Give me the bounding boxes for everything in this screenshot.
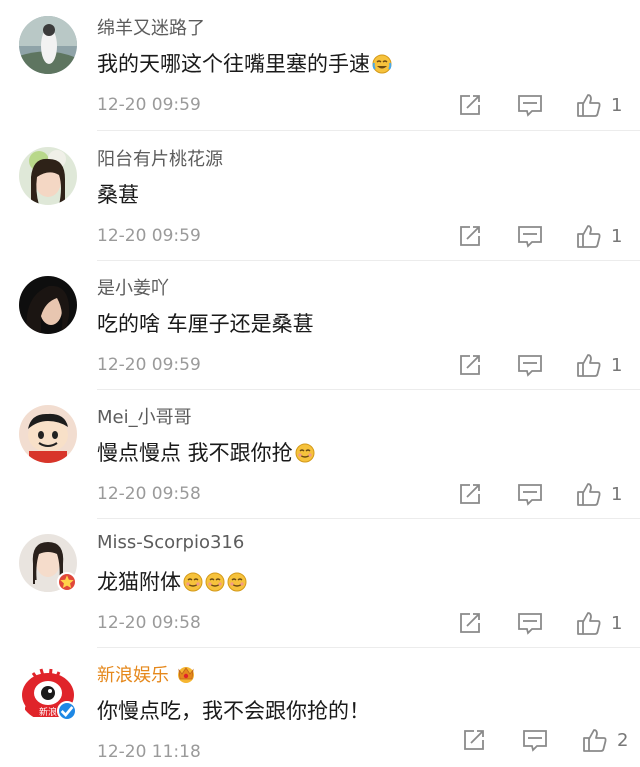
comment-text: 你慢点吃，我不会跟你抢的！ [97, 699, 370, 723]
like-button[interactable]: 2 [582, 727, 628, 753]
repost-icon [460, 226, 480, 246]
timestamp: 12-20 09:59 [97, 95, 201, 115]
crown-vip-icon [175, 664, 197, 689]
repost-button[interactable] [458, 353, 482, 377]
comment-text: 慢点慢点 我不跟你抢 [97, 437, 315, 467]
like-count: 1 [611, 612, 623, 634]
comment-item: 阳台有片桃花源 桑葚 12-20 09:59 1 [0, 131, 640, 261]
like-button[interactable]: 1 [576, 481, 622, 507]
comment-text: 我的天哪这个往嘴里塞的手速 [97, 48, 392, 78]
repost-button[interactable] [458, 224, 482, 248]
comment-button[interactable] [517, 353, 543, 377]
comment-button[interactable] [517, 482, 543, 506]
like-count: 1 [611, 94, 623, 116]
username[interactable]: 是小姜吖 [97, 274, 169, 300]
comment-button[interactable] [517, 224, 543, 248]
comment-item: 新浪 新浪娱乐 你慢点吃，我不会跟你抢的！ 12-20 11:18 2 [0, 647, 640, 767]
avatar[interactable] [19, 405, 77, 463]
avatar[interactable]: 新浪 [19, 663, 77, 721]
timestamp: 12-20 09:58 [97, 613, 201, 633]
like-button[interactable]: 1 [576, 223, 622, 249]
like-button[interactable]: 1 [576, 92, 622, 118]
thumb-up-icon [577, 483, 601, 506]
comment-icon [523, 730, 547, 752]
comment-item: Mei_小哥哥 慢点慢点 我不跟你抢 12-20 09:58 1 [0, 389, 640, 519]
avatar[interactable] [19, 276, 77, 334]
timestamp: 12-20 09:59 [97, 355, 201, 375]
verified-badge-icon [57, 701, 77, 721]
like-count: 1 [611, 225, 623, 247]
timestamp: 12-20 09:58 [97, 484, 201, 504]
like-count: 1 [611, 354, 623, 376]
repost-button[interactable] [458, 611, 482, 635]
svg-text:新浪: 新浪 [39, 706, 57, 718]
smile-emoji [183, 572, 203, 592]
repost-icon [460, 355, 480, 375]
like-count: 1 [611, 483, 623, 505]
username[interactable]: 阳台有片桃花源 [97, 145, 223, 171]
timestamp: 12-20 11:18 [97, 742, 201, 762]
comment-icon [518, 226, 542, 248]
thumb-up-icon [577, 225, 601, 248]
like-button[interactable]: 1 [576, 352, 622, 378]
thumb-up-icon [577, 612, 601, 635]
comment-button[interactable] [517, 611, 543, 635]
comment-item: 绵羊又迷路了 我的天哪这个往嘴里塞的手速 12-20 09:59 1 [0, 0, 640, 131]
smile-emoji [295, 443, 315, 463]
smile-emoji [205, 572, 225, 592]
username[interactable]: Mei_小哥哥 [97, 403, 192, 429]
avatar[interactable] [19, 534, 77, 592]
comment-icon [518, 484, 542, 506]
repost-button[interactable] [462, 728, 486, 752]
username[interactable]: 绵羊又迷路了 [97, 14, 205, 40]
comment-item: 是小姜吖 吃的啥 车厘子还是桑葚 12-20 09:59 1 [0, 260, 640, 390]
verified-badge-icon [57, 572, 77, 592]
repost-button[interactable] [458, 93, 482, 117]
avatar[interactable] [19, 147, 77, 205]
comment-button[interactable] [522, 728, 548, 752]
thumb-up-icon [577, 94, 601, 117]
like-count: 2 [617, 729, 629, 751]
comment-icon [518, 613, 542, 635]
comment-text: 龙猫附体 [97, 566, 247, 596]
comment-icon [518, 355, 542, 377]
thumb-up-icon [577, 354, 601, 377]
like-button[interactable]: 1 [576, 610, 622, 636]
repost-button[interactable] [458, 482, 482, 506]
timestamp: 12-20 09:59 [97, 226, 201, 246]
comment-button[interactable] [517, 93, 543, 117]
repost-icon [460, 95, 480, 115]
comment-icon [518, 95, 542, 117]
laugh-cry-emoji [372, 54, 392, 74]
comment-item: Miss-Scorpio316 龙猫附体 12-20 09:58 1 [0, 518, 640, 648]
comment-text: 吃的啥 车厘子还是桑葚 [97, 312, 314, 336]
username[interactable]: 新浪娱乐 [97, 661, 197, 689]
repost-icon [460, 484, 480, 504]
thumb-up-icon [583, 729, 607, 752]
avatar[interactable] [19, 16, 77, 74]
repost-icon [460, 613, 480, 633]
smile-emoji [227, 572, 247, 592]
comment-text: 桑葚 [97, 183, 139, 207]
username[interactable]: Miss-Scorpio316 [97, 532, 244, 553]
repost-icon [464, 730, 484, 750]
